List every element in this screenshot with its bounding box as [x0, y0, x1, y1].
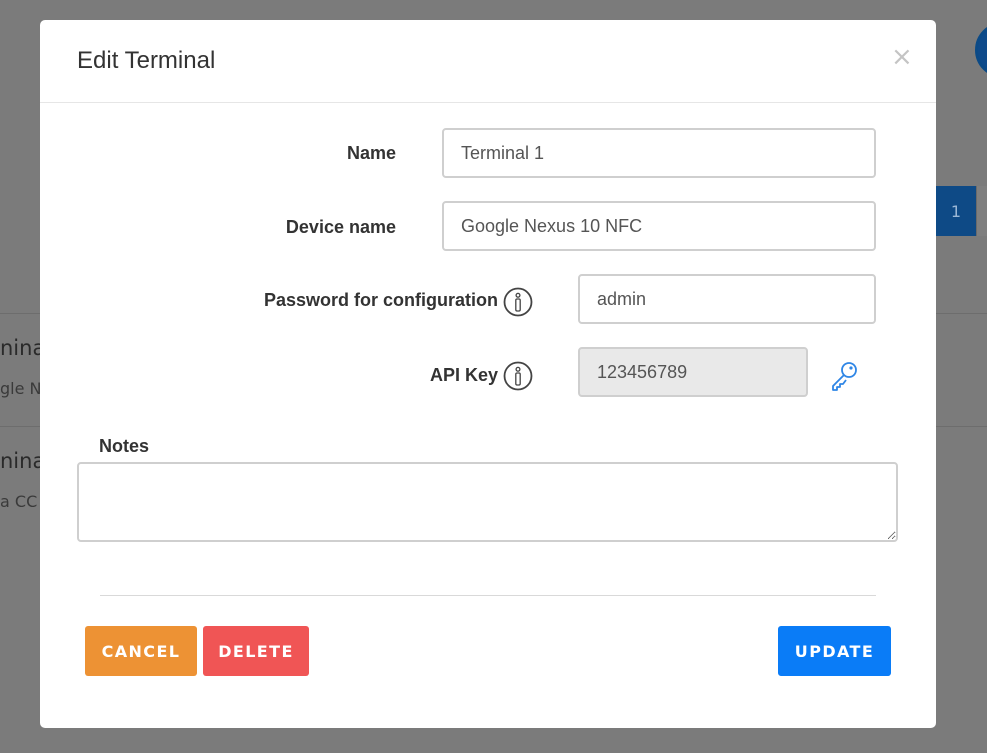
modal-header: Edit Terminal ×	[40, 20, 936, 103]
background-row-subtitle: gle N	[0, 379, 40, 398]
notes-textarea[interactable]	[77, 462, 898, 542]
device-name-input[interactable]: Google Nexus 10 NFC	[442, 201, 876, 251]
device-name-label: Device name	[285, 217, 396, 237]
api-key-label: API Key	[429, 365, 498, 385]
background-row-subtitle: a CC	[0, 492, 38, 511]
notes-label: Notes	[99, 436, 150, 456]
edit-terminal-modal: Edit Terminal × Name Terminal 1 Device n…	[40, 20, 936, 728]
info-icon[interactable]	[503, 287, 533, 317]
update-button[interactable]: UPDATE	[778, 626, 891, 676]
footer-divider	[100, 595, 876, 596]
background-row-title: nina	[0, 449, 40, 473]
key-icon[interactable]	[829, 360, 859, 392]
modal-title: Edit Terminal	[77, 47, 216, 74]
password-label: Password for configuration	[263, 290, 498, 310]
pagination-next	[976, 186, 987, 236]
name-label: Name	[346, 143, 396, 163]
cancel-button[interactable]: CANCEL	[85, 626, 197, 676]
password-input[interactable]: admin	[578, 274, 876, 324]
delete-button[interactable]: DELETE	[203, 626, 309, 676]
pagination-current-page: 1	[936, 186, 976, 236]
info-icon[interactable]	[503, 361, 533, 391]
background-row-title: nina	[0, 336, 40, 360]
name-input[interactable]: Terminal 1	[442, 128, 876, 178]
close-icon[interactable]: ×	[891, 42, 913, 72]
background-avatar-icon	[975, 22, 987, 78]
api-key-input: 123456789	[578, 347, 808, 397]
